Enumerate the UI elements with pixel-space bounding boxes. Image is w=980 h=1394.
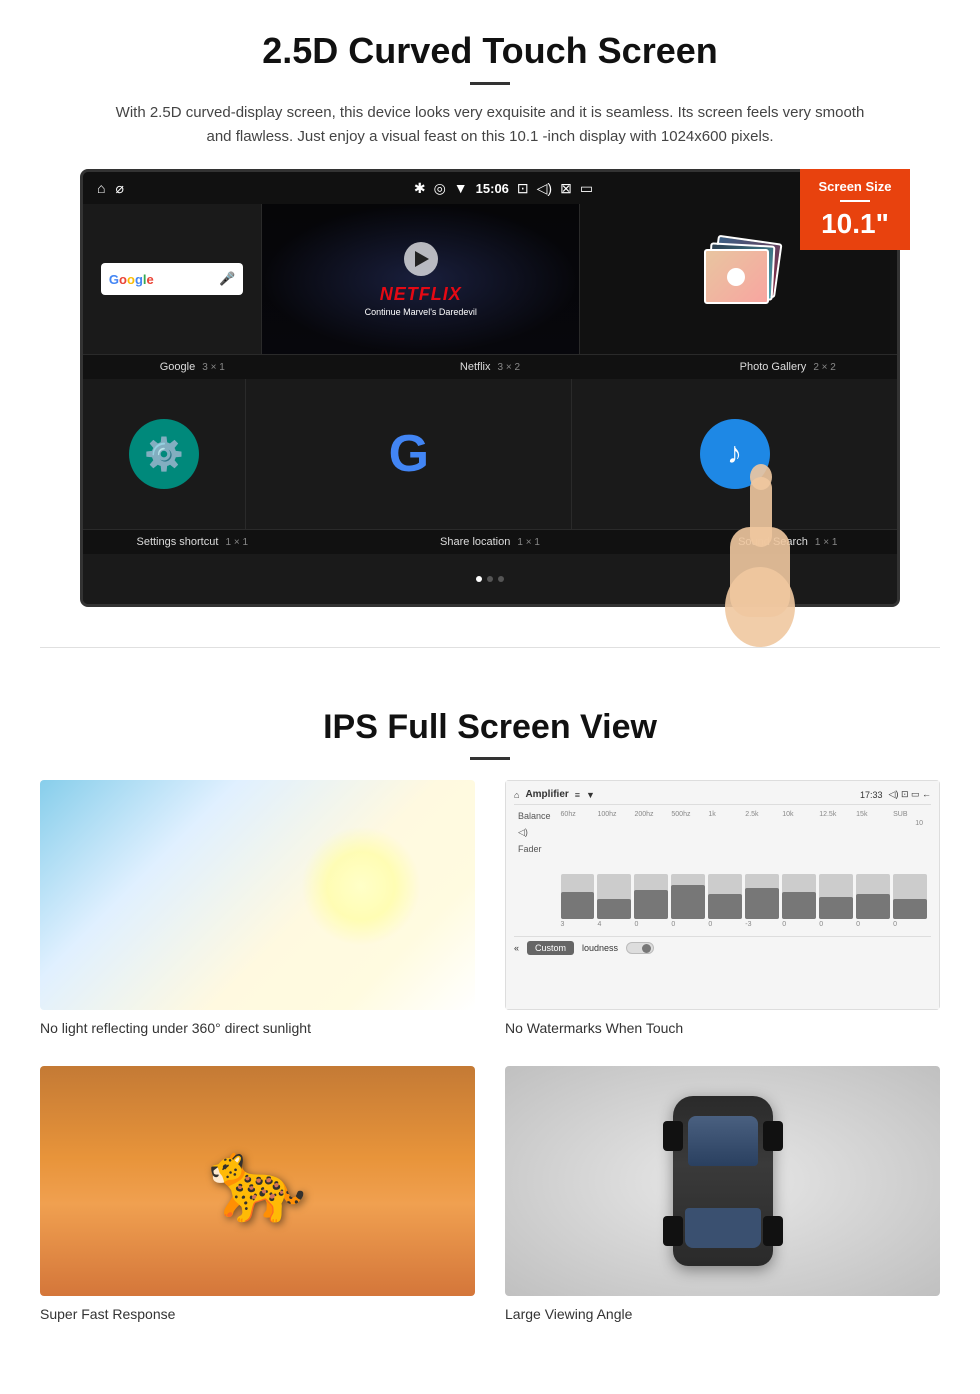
amplifier-screen: ⌂ Amplifier ≡ ▼ 17:33 ◁) ⊡ ▭ ← Balance ◁… [505, 780, 940, 1010]
status-center: ✱ ◎ ▼ 15:06 ⊡ ◁) ⊠ ▭ [414, 180, 593, 197]
settings-label: Settings shortcut 1 × 1 [93, 536, 292, 548]
feature-fast-response: 🐆 Super Fast Response [40, 1066, 475, 1322]
screen-icon: ⊠ [560, 180, 572, 197]
feature-large-angle-caption: Large Viewing Angle [505, 1306, 940, 1322]
window-icon: ▭ [580, 180, 593, 197]
google-app-cell[interactable]: Google 🎤 [83, 204, 262, 354]
amp-eq-icon: ≡ [575, 790, 580, 800]
netflix-subtitle: Continue Marvel's Daredevil [365, 307, 477, 317]
section-curved-screen: 2.5D Curved Touch Screen With 2.5D curve… [0, 0, 980, 627]
sky-image [40, 780, 475, 1010]
settings-icon: ⚙️ [129, 419, 199, 489]
cheetah-icon: 🐆 [208, 1134, 308, 1228]
amp-labels: Balance ◁) Fader [518, 811, 551, 928]
camera-icon: ⊡ [517, 180, 529, 197]
car-image-container [505, 1066, 940, 1296]
badge-label: Screen Size [806, 179, 904, 194]
netflix-label: Netflix 3 × 2 [292, 361, 689, 373]
share-label: Share location 1 × 1 [292, 536, 689, 548]
google-search-bar[interactable]: Google 🎤 [101, 263, 244, 295]
dot-3 [498, 576, 504, 582]
screen-size-badge: Screen Size 10.1" [800, 169, 910, 250]
status-time: 15:06 [476, 181, 509, 196]
section-ips-screen: IPS Full Screen View No light reflecting… [0, 668, 980, 1352]
cheetah-image-container: 🐆 [40, 1066, 475, 1296]
home-icon[interactable]: ⌂ [97, 180, 105, 196]
hand-decoration [700, 427, 820, 627]
netflix-app-cell[interactable]: NETFLIX Continue Marvel's Daredevil [262, 204, 580, 354]
car-wheel-rl [663, 1216, 683, 1246]
netflix-play-button[interactable] [404, 242, 438, 276]
badge-divider [840, 200, 870, 202]
feature-no-watermarks: ⌂ Amplifier ≡ ▼ 17:33 ◁) ⊡ ▭ ← Balance ◁… [505, 780, 940, 1036]
google-maps-icon: G [389, 424, 429, 484]
badge-size: 10.1" [806, 208, 904, 240]
screen-showcase: Screen Size 10.1" ⌂ ⌀ ✱ ◎ ▼ 15:06 ⊡ ◁) ⊠ [80, 169, 900, 607]
title-divider [470, 82, 510, 85]
bluetooth-icon: ✱ [414, 180, 426, 197]
volume-icon: ◁) [537, 180, 552, 197]
car-body [673, 1096, 773, 1266]
cheetah-image: 🐆 [40, 1066, 475, 1296]
section2-divider [470, 757, 510, 760]
section1-description: With 2.5D curved-display screen, this de… [110, 101, 870, 149]
dot-1 [476, 576, 482, 582]
sun-glow [301, 826, 421, 946]
feature-large-angle: Large Viewing Angle [505, 1066, 940, 1322]
car-image [505, 1066, 940, 1296]
amp-title: Amplifier [525, 789, 568, 800]
amp-time: 17:33 [860, 790, 883, 800]
amp-home-icon: ⌂ [514, 790, 519, 800]
mic-icon[interactable]: 🎤 [219, 271, 235, 287]
flower-decoration [727, 268, 745, 286]
section2-title: IPS Full Screen View [40, 708, 940, 747]
google-logo: Google [109, 272, 154, 287]
feature-no-watermarks-caption: No Watermarks When Touch [505, 1020, 940, 1036]
feature-no-reflect-caption: No light reflecting under 360° direct su… [40, 1020, 475, 1036]
amp-footer: « Custom loudness [514, 936, 931, 955]
photo-card-3 [704, 249, 769, 304]
settings-app-cell[interactable]: ⚙️ [83, 379, 246, 529]
loudness-toggle[interactable] [626, 942, 654, 954]
share-location-cell[interactable]: G [246, 379, 572, 529]
play-icon [415, 251, 429, 267]
car-windshield [688, 1116, 758, 1166]
feature-grid: No light reflecting under 360° direct su… [40, 780, 940, 1322]
sky-image-container [40, 780, 475, 1010]
app-grid-row-1: Google 🎤 NETFLIX Continue Marvel's Dared… [83, 204, 897, 355]
app-labels-row-1: Google 3 × 1 Netflix 3 × 2 Photo Gallery… [83, 355, 897, 379]
location-icon: ◎ [434, 180, 446, 197]
gallery-label: Photo Gallery 2 × 2 [689, 361, 888, 373]
status-left: ⌂ ⌀ [97, 180, 124, 197]
feature-fast-response-caption: Super Fast Response [40, 1306, 475, 1322]
netflix-logo: NETFLIX [380, 284, 462, 305]
amp-header: ⌂ Amplifier ≡ ▼ 17:33 ◁) ⊡ ▭ ← [514, 789, 931, 805]
amp-custom-btn[interactable]: Custom [527, 941, 574, 955]
status-bar: ⌂ ⌀ ✱ ◎ ▼ 15:06 ⊡ ◁) ⊠ ▭ [83, 172, 897, 204]
amp-icons: ◁) ⊡ ▭ ← [889, 789, 931, 800]
car-wheel-rr [763, 1216, 783, 1246]
section1-title: 2.5D Curved Touch Screen [60, 30, 920, 72]
page-dots [476, 576, 504, 582]
amp-wifi-icon: ▼ [586, 790, 595, 800]
netflix-bg [262, 204, 579, 354]
google-label: Google 3 × 1 [93, 361, 292, 373]
car-wheel-fr [763, 1121, 783, 1151]
amp-prev-icon[interactable]: « [514, 943, 519, 953]
car-wheel-fl [663, 1121, 683, 1151]
section-separator [40, 647, 940, 648]
dot-2 [487, 576, 493, 582]
wifi-icon: ▼ [454, 180, 468, 196]
car-rear [685, 1208, 761, 1248]
feature-no-reflect: No light reflecting under 360° direct su… [40, 780, 475, 1036]
photo-stack [699, 239, 779, 319]
amp-loudness-label: loudness [582, 943, 618, 953]
amplifier-image-container: ⌂ Amplifier ≡ ▼ 17:33 ◁) ⊡ ▭ ← Balance ◁… [505, 780, 940, 1010]
usb-icon: ⌀ [115, 180, 123, 197]
